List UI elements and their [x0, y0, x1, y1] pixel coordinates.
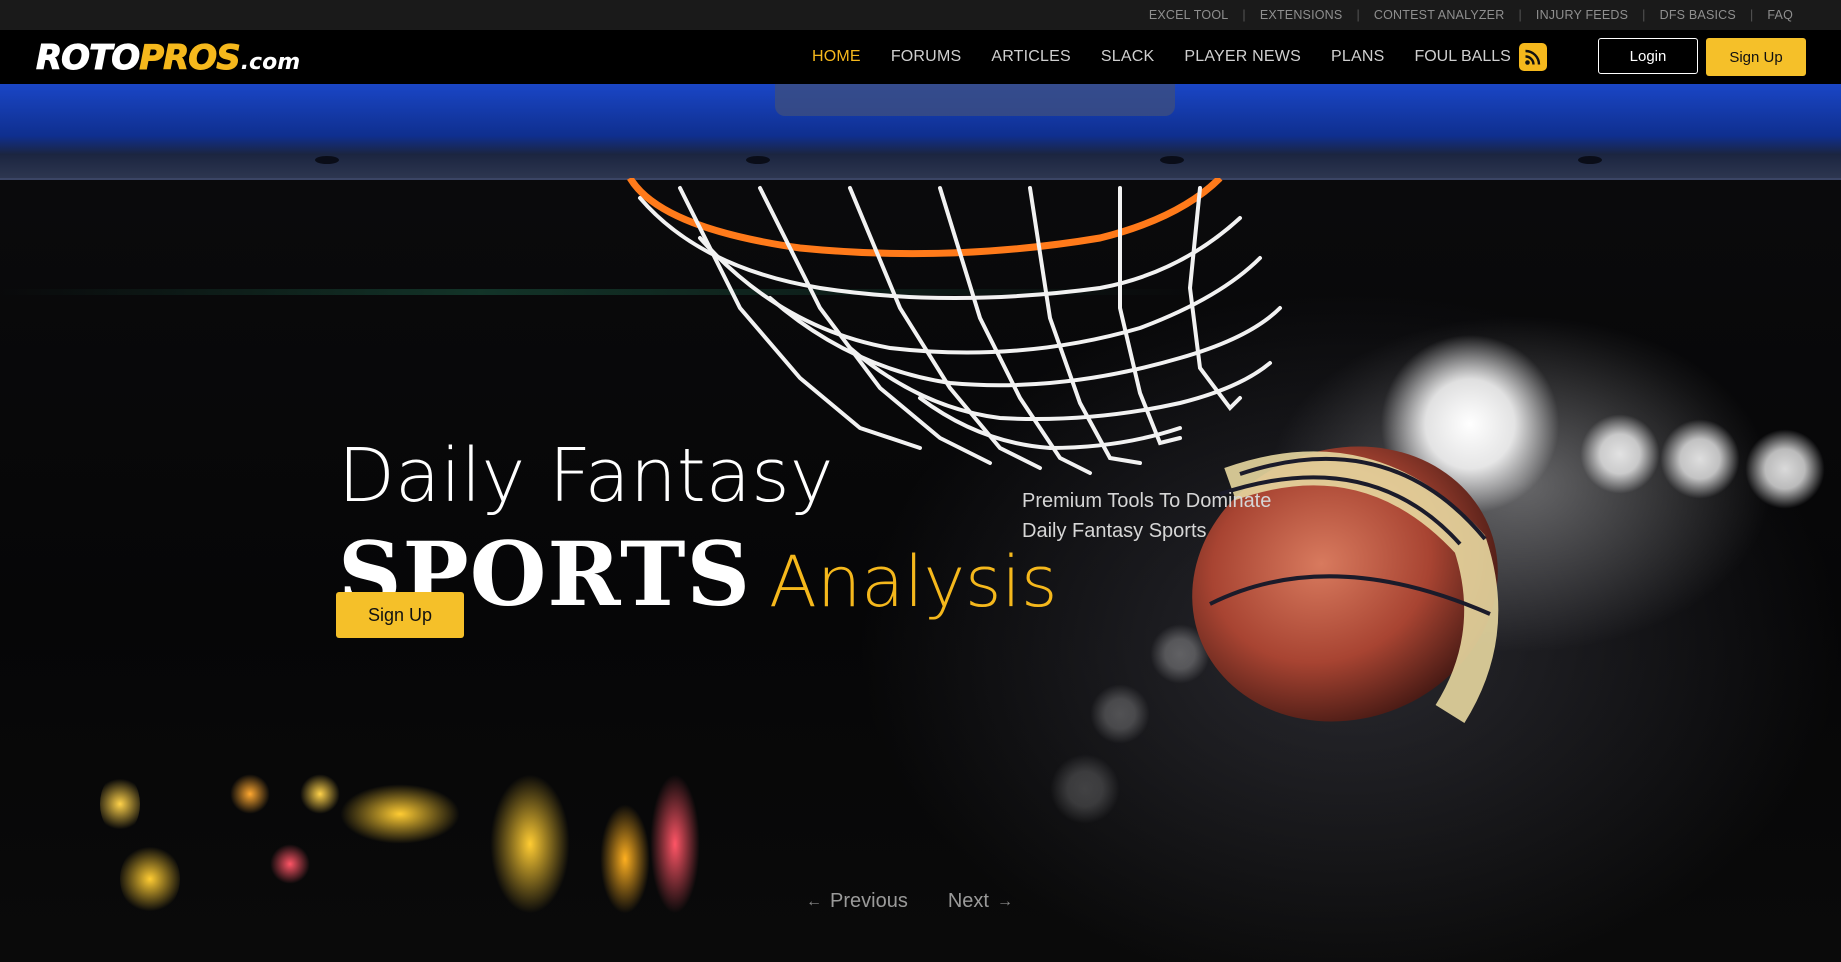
arrow-left-icon: ← — [806, 892, 822, 910]
hero-slider: Daily Fantasy SPORTS Analysis Premium To… — [0, 84, 1841, 962]
utility-link-injury-feeds[interactable]: INJURY FEEDS — [1536, 8, 1628, 22]
slider-next-label: Next — [947, 890, 989, 912]
utility-link-dfs-basics[interactable]: DFS BASICS — [1660, 8, 1736, 22]
nav-item-forums[interactable]: FORUMS — [891, 48, 962, 66]
slider-controls: ← Previous Next → — [806, 890, 1013, 913]
hero-title-analysis: Analysis — [769, 540, 1058, 623]
hero-tagline: Premium Tools To Dominate Daily Fantasy … — [1022, 486, 1271, 546]
logo-text-roto: ROTO — [35, 38, 140, 79]
lens-flare — [1050, 754, 1120, 824]
arrow-right-icon: → — [996, 892, 1013, 910]
hero-tagline-line2: Daily Fantasy Sports — [1022, 520, 1207, 542]
utility-link-extensions[interactable]: EXTENSIONS — [1260, 8, 1343, 22]
backboard-bolt — [315, 156, 339, 164]
login-button[interactable]: Login — [1598, 38, 1698, 74]
utility-link-excel-tool[interactable]: EXCEL TOOL — [1149, 8, 1229, 22]
hero-headline: Daily Fantasy SPORTS Analysis — [338, 433, 1058, 623]
nav-item-plans[interactable]: PLANS — [1331, 48, 1384, 66]
main-navbar: ROTO PROS .com HOME FORUMS ARTICLES SLAC… — [0, 30, 1841, 84]
utility-separator: | — [1749, 8, 1754, 22]
utility-separator: | — [1518, 8, 1522, 22]
utility-link-faq[interactable]: FAQ — [1767, 8, 1793, 22]
slider-previous-button[interactable]: ← Previous — [806, 890, 908, 913]
arena-light — [1745, 429, 1825, 509]
arena-light — [1660, 419, 1740, 499]
utility-separator: | — [1242, 8, 1246, 22]
nav-item-slack[interactable]: SLACK — [1101, 48, 1154, 66]
signup-button[interactable]: Sign Up — [1706, 38, 1806, 76]
nav-item-articles[interactable]: ARTICLES — [991, 48, 1071, 66]
utility-separator: | — [1642, 8, 1646, 22]
nav-item-home[interactable]: HOME — [812, 48, 861, 66]
backboard-image — [0, 84, 1841, 180]
hero-title-line1: Daily Fantasy — [338, 433, 834, 519]
hero-tagline-line1: Premium Tools To Dominate — [1022, 490, 1272, 512]
slider-previous-label: Previous — [830, 890, 908, 912]
backboard-bolt — [1160, 156, 1184, 164]
logo-text-pros: PROS — [139, 38, 241, 79]
arena-light — [1580, 414, 1660, 494]
nav-menu: HOME FORUMS ARTICLES SLACK PLAYER NEWS P… — [812, 30, 1547, 84]
nav-item-foul-balls[interactable]: FOUL BALLS — [1414, 43, 1547, 71]
rss-icon — [1518, 43, 1547, 71]
nav-item-player-news[interactable]: PLAYER NEWS — [1184, 48, 1301, 66]
logo-text-domain: .com — [240, 50, 301, 75]
basketball-image — [1192, 446, 1499, 724]
backboard-bracket — [775, 84, 1175, 116]
top-utility-bar: EXCEL TOOL | EXTENSIONS | CONTEST ANALYZ… — [0, 0, 1841, 31]
backboard-bolt — [1578, 156, 1602, 164]
utility-link-contest-analyzer[interactable]: CONTEST ANALYZER — [1374, 8, 1505, 22]
utility-separator: | — [1356, 8, 1360, 22]
utility-links: EXCEL TOOL | EXTENSIONS | CONTEST ANALYZ… — [1149, 0, 1793, 30]
site-logo[interactable]: ROTO PROS .com — [35, 38, 301, 79]
backboard-bolt — [746, 156, 770, 164]
nav-item-foul-balls-label: FOUL BALLS — [1414, 48, 1511, 65]
slider-next-button[interactable]: Next → — [948, 890, 1013, 913]
lens-flare — [1090, 684, 1150, 744]
hero-signup-button[interactable]: Sign Up — [336, 592, 464, 638]
